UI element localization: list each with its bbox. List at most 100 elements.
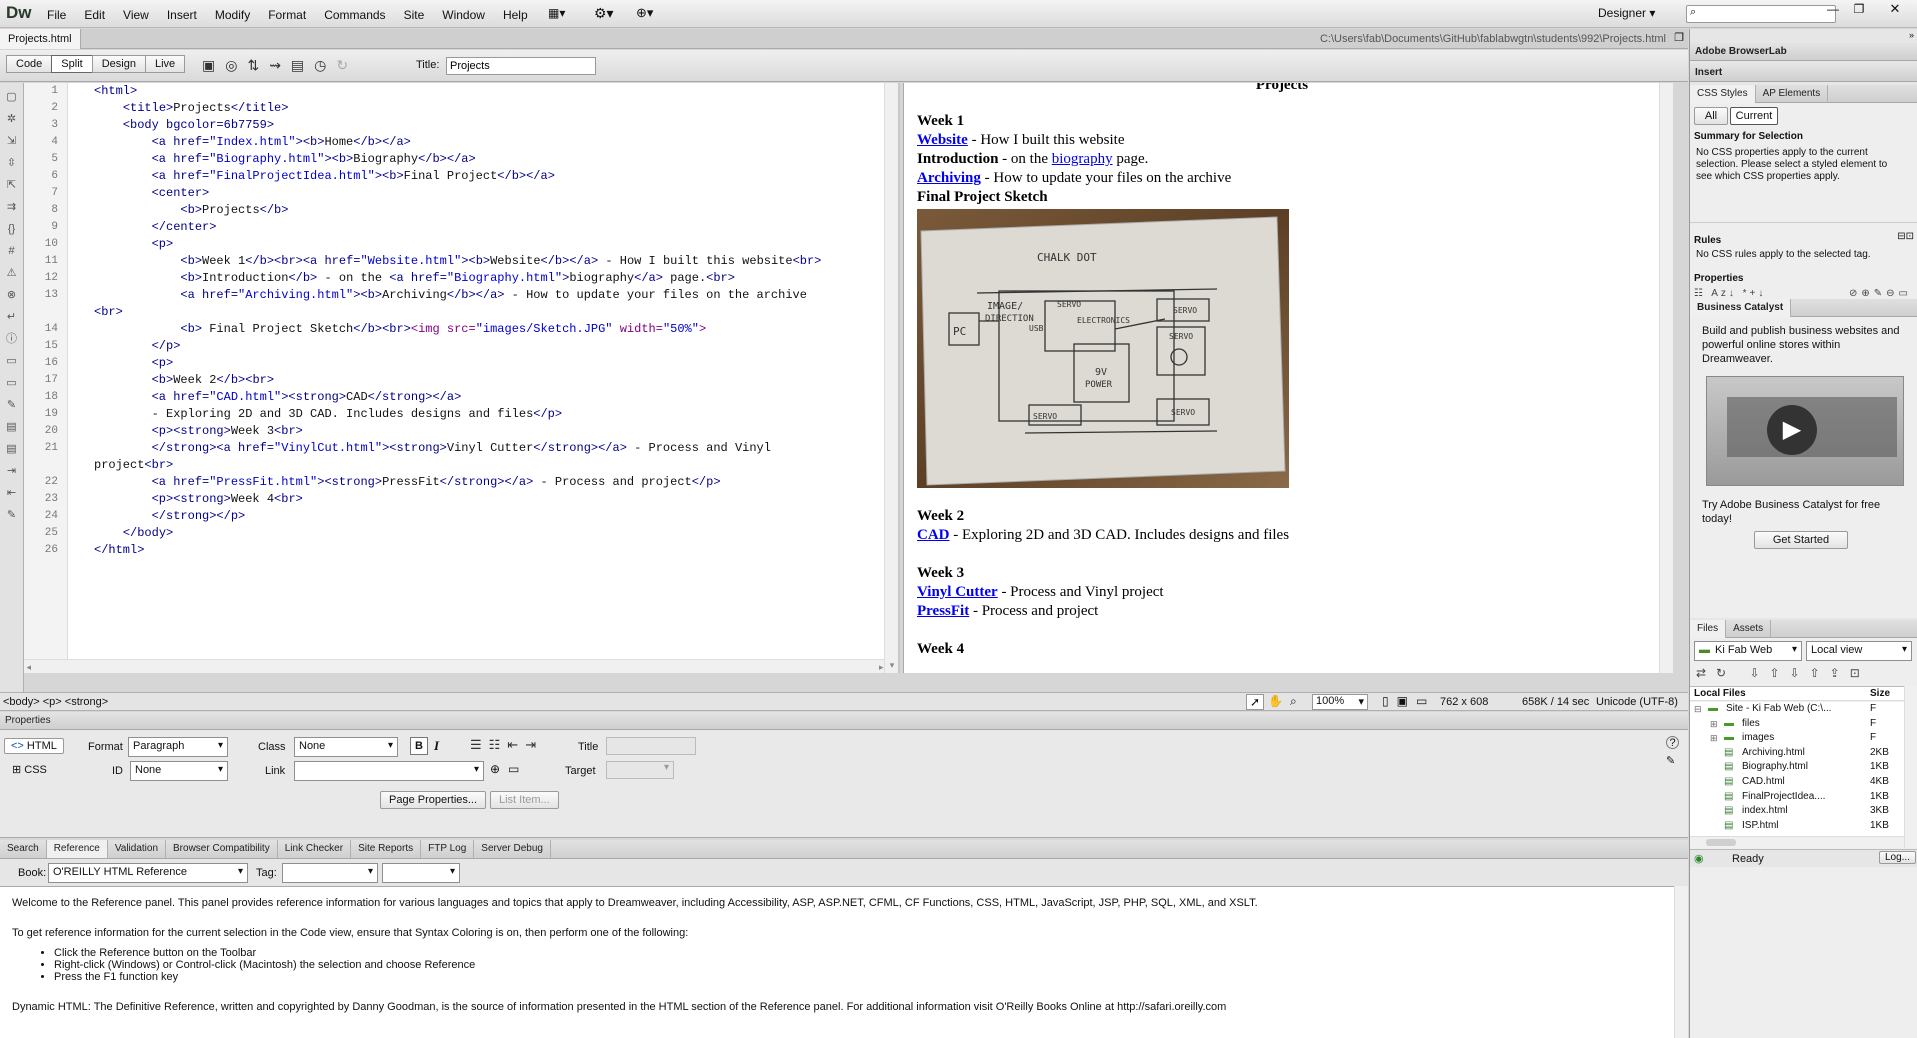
- window-size-icons[interactable]: ▯▣▭: [1382, 694, 1435, 708]
- view-code-button[interactable]: Code: [6, 55, 53, 73]
- code-line[interactable]: <br>: [24, 304, 898, 321]
- sketch-image[interactable]: CHALK DOT PC IMAGE/ DIRECTION USB SERVO …: [917, 209, 1289, 488]
- list-item-button[interactable]: List Item...: [490, 791, 559, 809]
- file-tree-row[interactable]: ⊞ ▬ files F: [1690, 717, 1904, 732]
- tab-assets[interactable]: Assets: [1726, 620, 1772, 638]
- website-link[interactable]: Website: [917, 132, 968, 148]
- move-css-icon[interactable]: ▤: [6, 441, 16, 457]
- code-line[interactable]: project<br>: [24, 457, 898, 474]
- tab-link-checker[interactable]: Link Checker: [278, 840, 352, 858]
- code-line[interactable]: 14 <b> Final Project Sketch</b><br><img …: [24, 321, 898, 338]
- menu-modify[interactable]: Modify: [206, 6, 259, 24]
- window-size[interactable]: 762 x 608: [1440, 696, 1488, 708]
- tab-validation[interactable]: Validation: [108, 840, 167, 858]
- files-toolbar[interactable]: ⇄↻ ⇩⇧⇩⇧⇪⊡: [1696, 666, 1914, 680]
- tab-search[interactable]: Search: [0, 840, 47, 858]
- rules-icons[interactable]: ⊟⊡: [1897, 231, 1914, 242]
- line-numbers-icon[interactable]: #: [8, 243, 14, 259]
- browse-folder-icon[interactable]: ▭: [508, 762, 519, 776]
- code-line[interactable]: 22 <a href="PressFit.html"><strong>Press…: [24, 474, 898, 491]
- point-to-file-icon[interactable]: ⊕: [490, 762, 500, 776]
- code-line[interactable]: 23 <p><strong>Week 4<br>: [24, 491, 898, 508]
- design-view[interactable]: Projects Week 1 Website - How I built th…: [903, 83, 1673, 673]
- view-select[interactable]: Local view: [1806, 641, 1912, 661]
- wrap-tag-icon[interactable]: ✎: [7, 397, 16, 413]
- site-menu-icon[interactable]: ⊕▾: [636, 5, 653, 21]
- code-line[interactable]: 25 </body>: [24, 525, 898, 542]
- tab-site-reports[interactable]: Site Reports: [351, 840, 422, 858]
- balance-braces-icon[interactable]: {}: [8, 221, 15, 237]
- outdent-icon[interactable]: ⇤: [7, 485, 16, 501]
- word-wrap-icon[interactable]: ↵: [7, 309, 16, 325]
- file-tree-row[interactable]: ⊟ ▬ Site - Ki Fab Web (C:\... F: [1690, 702, 1904, 717]
- title-input[interactable]: [446, 57, 596, 75]
- expand-all-icon[interactable]: ⇱: [7, 177, 16, 193]
- log-button[interactable]: Log...: [1878, 851, 1916, 864]
- tab-files[interactable]: Files: [1690, 620, 1727, 638]
- code-line[interactable]: 18 <a href="CAD.html"><strong>CAD</stron…: [24, 389, 898, 406]
- play-icon[interactable]: ▶: [1767, 405, 1817, 455]
- quick-tag-icon[interactable]: ✎: [1666, 754, 1675, 767]
- validate-icon[interactable]: ◷: [314, 57, 326, 74]
- bc-tab[interactable]: Business Catalyst: [1690, 299, 1792, 317]
- css-mode-button[interactable]: ⊞ CSS: [12, 763, 47, 776]
- code-line[interactable]: 1 <html>: [24, 83, 898, 100]
- code-line[interactable]: 26 </html>: [24, 542, 898, 559]
- title-prop-input[interactable]: [606, 737, 696, 755]
- code-line[interactable]: 17 <b>Week 2</b><br>: [24, 372, 898, 389]
- design-v-scrollbar[interactable]: [1659, 83, 1673, 673]
- view-split-button[interactable]: Split: [51, 55, 93, 73]
- tab-css-styles[interactable]: CSS Styles: [1690, 85, 1756, 103]
- cad-link[interactable]: CAD: [917, 527, 950, 543]
- code-line[interactable]: 16 <p>: [24, 355, 898, 372]
- code-line[interactable]: 24 </strong></p>: [24, 508, 898, 525]
- code-line[interactable]: 21 </strong><a href="VinylCut.html"><str…: [24, 440, 898, 457]
- expand-icon[interactable]: ⊟: [1694, 702, 1702, 717]
- file-tree-row[interactable]: ▤ CAD.html 4KB: [1690, 775, 1904, 790]
- pressfit-link[interactable]: PressFit: [917, 603, 969, 619]
- help-icon[interactable]: ?: [1666, 736, 1679, 749]
- file-tree-row[interactable]: ▤ FinalProjectIdea.... 1KB: [1690, 790, 1904, 805]
- expand-icon[interactable]: ⊞: [1710, 731, 1718, 746]
- code-line[interactable]: 3 <body bgcolor=6b7759>: [24, 117, 898, 134]
- page-properties-button[interactable]: Page Properties...: [380, 791, 487, 809]
- apply-comment-icon[interactable]: ▭: [6, 353, 16, 369]
- vinyl-link[interactable]: Vinyl Cutter: [917, 584, 998, 600]
- highlight-invalid-icon[interactable]: ⚠: [7, 265, 17, 281]
- restore-button[interactable]: ❐: [1848, 2, 1870, 18]
- multiscreen-icon[interactable]: ▣: [202, 57, 215, 74]
- code-line[interactable]: 20 <p><strong>Week 3<br>: [24, 423, 898, 440]
- target-select[interactable]: ▾: [606, 761, 674, 779]
- expand-icon[interactable]: ⊞: [1710, 717, 1718, 732]
- bc-video-thumbnail[interactable]: ▶: [1706, 376, 1904, 486]
- browserlab-panel[interactable]: Adobe BrowserLab: [1690, 43, 1917, 61]
- tab-ap-elements[interactable]: AP Elements: [1756, 85, 1829, 103]
- link-input[interactable]: [294, 761, 484, 781]
- menu-commands[interactable]: Commands: [315, 6, 394, 24]
- workspace-switcher[interactable]: Designer ▾: [1598, 6, 1655, 20]
- remove-comment-icon[interactable]: ▭: [6, 375, 16, 391]
- collapse-tag-icon[interactable]: ⇲: [7, 133, 16, 149]
- dock-collapse-icon[interactable]: »: [1909, 30, 1914, 40]
- file-tree-row[interactable]: ▤ Archiving.html 2KB: [1690, 746, 1904, 761]
- minimize-button[interactable]: —: [1822, 2, 1844, 18]
- code-line[interactable]: 9 </center>: [24, 219, 898, 236]
- tab-server-debug[interactable]: Server Debug: [474, 840, 551, 858]
- code-line[interactable]: 7 <center>: [24, 185, 898, 202]
- select-tool-icon[interactable]: ➚: [1246, 694, 1264, 710]
- code-line[interactable]: 19 - Exploring 2D and 3D CAD. Includes d…: [24, 406, 898, 423]
- file-tree-row[interactable]: ⊞ ▬ images F: [1690, 731, 1904, 746]
- site-select[interactable]: ▬ Ki Fab Web: [1694, 641, 1802, 661]
- refresh-icon[interactable]: ↻: [336, 57, 348, 74]
- reference-v-scrollbar[interactable]: [1674, 886, 1688, 1038]
- view-design-button[interactable]: Design: [91, 55, 146, 73]
- info-icon[interactable]: ⓘ: [6, 331, 17, 347]
- preview-icon[interactable]: ◎: [225, 57, 237, 74]
- file-tree-v-scrollbar[interactable]: [1904, 686, 1917, 848]
- html-mode-button[interactable]: <> HTML: [4, 738, 64, 754]
- menu-site[interactable]: Site: [395, 6, 434, 24]
- tag-selector[interactable]: <body> <p> <strong>: [3, 696, 108, 708]
- format-select[interactable]: Paragraph: [128, 737, 228, 757]
- tab-browser-compatibility[interactable]: Browser Compatibility: [166, 840, 278, 858]
- css-props-toolbar[interactable]: ☷ Az↓ *+↓ ⊘⊕✎⊖▭: [1694, 288, 1912, 299]
